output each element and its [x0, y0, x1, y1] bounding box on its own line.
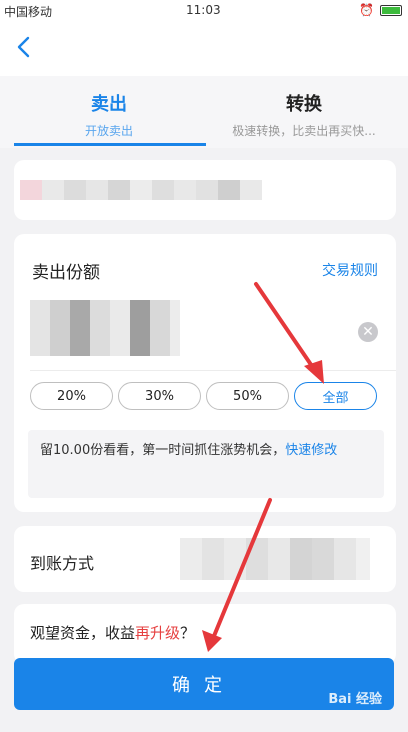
- percent-options: 20% 30% 50% 全部: [30, 382, 377, 410]
- fund-info-card[interactable]: [14, 160, 396, 220]
- quick-modify-link[interactable]: 快速修改: [285, 443, 337, 458]
- nav-bar: [0, 20, 408, 76]
- blurred-fund-name: [20, 180, 262, 200]
- status-bar: 中国移动 11:03 ⏰: [0, 0, 408, 20]
- trading-rules-link[interactable]: 交易规则: [322, 260, 378, 280]
- watch-text-prefix: 观望资金，收益: [30, 624, 136, 642]
- arrival-method-card[interactable]: 到账方式: [14, 526, 396, 592]
- sell-amount-card: 卖出份额 交易规则 ✕ 20% 30% 50% 全部 留10.00份看看，第一时…: [14, 234, 396, 512]
- watch-funds-text: 观望资金，收益再升级？: [30, 622, 195, 643]
- tab-convert-sublabel: 极速转换，比卖出再买快...: [232, 124, 376, 138]
- sell-amount-input[interactable]: [30, 294, 344, 362]
- alarm-icon: ⏰: [359, 3, 374, 17]
- close-icon: ✕: [362, 324, 374, 340]
- back-button[interactable]: [12, 34, 38, 60]
- watch-funds-card[interactable]: 观望资金，收益再升级？: [14, 604, 396, 664]
- sell-amount-title: 卖出份额: [32, 263, 100, 283]
- system-icons: ⏰: [359, 3, 402, 17]
- divider: [30, 370, 396, 371]
- tab-sell-label: 卖出: [91, 94, 127, 115]
- blurred-arrival-value: [180, 538, 370, 580]
- percent-all-button[interactable]: 全部: [294, 382, 377, 410]
- clear-input-button[interactable]: ✕: [358, 322, 378, 342]
- tab-sell[interactable]: 卖出 开放卖出: [14, 90, 204, 139]
- percent-50-button[interactable]: 50%: [206, 382, 289, 410]
- battery-icon: [380, 4, 402, 16]
- status-time: 11:03: [186, 3, 221, 17]
- watch-text-suffix: ？: [180, 624, 196, 642]
- tab-convert[interactable]: 转换 极速转换，比卖出再买快...: [214, 90, 394, 139]
- tab-sell-sublabel: 开放卖出: [84, 124, 133, 138]
- tab-convert-label: 转换: [286, 94, 322, 115]
- tab-bar: 卖出 开放卖出 转换 极速转换，比卖出再买快...: [0, 76, 408, 148]
- baidu-jingyan-watermark: Bai 经验: [328, 692, 382, 707]
- tip-text: 留10.00份看看，第一时间抓住涨势机会，: [40, 443, 286, 458]
- hold-tip-box: 留10.00份看看，第一时间抓住涨势机会，快速修改: [28, 430, 384, 498]
- arrival-method-label: 到账方式: [30, 554, 95, 573]
- percent-20-button[interactable]: 20%: [30, 382, 113, 410]
- watch-text-highlight: 再升级: [135, 624, 181, 642]
- active-tab-indicator: [14, 143, 206, 146]
- carrier-name: 中国移动: [4, 5, 53, 19]
- blurred-amount-value: [30, 300, 180, 356]
- chevron-left-icon: [17, 36, 30, 58]
- percent-30-button[interactable]: 30%: [118, 382, 201, 410]
